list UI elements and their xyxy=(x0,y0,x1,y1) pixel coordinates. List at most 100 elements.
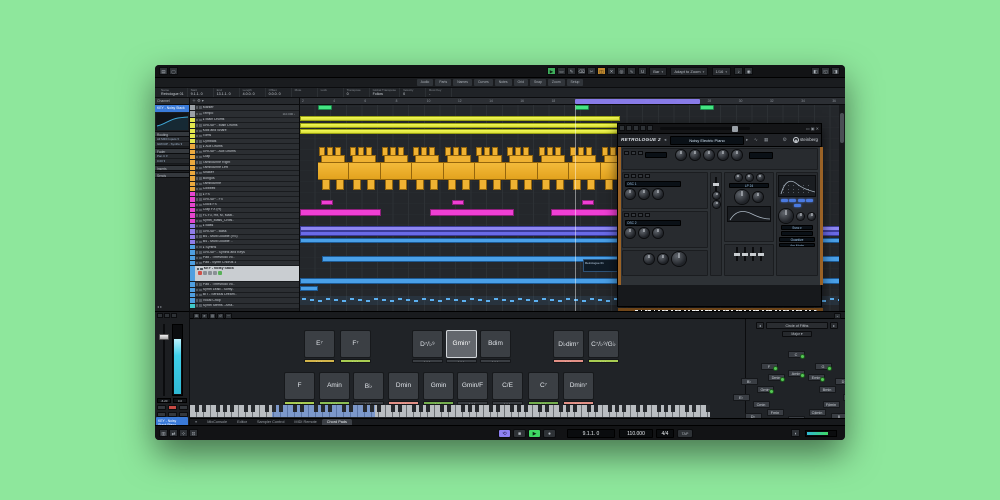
info-line-field[interactable]: Offset 0.0.0. 0 xyxy=(266,88,292,97)
snap-mode-select[interactable]: Adapt to Zoom ▾ xyxy=(670,67,709,76)
midi-clip-magenta[interactable] xyxy=(430,209,514,216)
track-row[interactable]: Tempo 110.000 ♩ xyxy=(190,111,299,118)
chord-pad[interactable]: D⁷/♭⁹ xyxy=(412,330,443,358)
plugin-knob[interactable] xyxy=(676,150,687,160)
chord-pad-voicing-bar[interactable]: ··· xyxy=(563,401,594,405)
info-line-field[interactable]: Global Transpose Follow xyxy=(370,88,401,97)
tap-tempo-button[interactable]: TAP xyxy=(677,429,693,438)
wave-display-icon[interactable]: ∿ xyxy=(754,137,758,143)
assistant-prev-icon[interactable]: ◂ xyxy=(756,322,764,329)
toolbar-chip[interactable]: Grid xyxy=(513,79,528,86)
plugin-bypass-icon[interactable] xyxy=(640,125,646,131)
assistant-chord-button[interactable]: D xyxy=(834,378,845,385)
draw-tool-icon[interactable]: ✎ xyxy=(567,67,576,75)
toolbar-chip[interactable]: Names xyxy=(453,79,472,86)
vertical-scrollbar[interactable] xyxy=(839,105,845,311)
inspector-row[interactable]: GROUP - Synths ▾ xyxy=(155,142,189,147)
chord-pad-voicing-bar[interactable]: ··· xyxy=(588,359,619,363)
plugin-knob[interactable] xyxy=(672,252,686,266)
chord-pad-voicing-bar[interactable]: ··· xyxy=(340,359,371,363)
range-tool-icon[interactable]: ▭ xyxy=(557,67,566,75)
chord-pad[interactable]: Gmin⁷ xyxy=(446,330,477,358)
assistant-chord-button[interactable]: F xyxy=(760,363,778,371)
preset-prev-icon[interactable]: ◂ xyxy=(664,137,666,143)
assistant-chord-button[interactable]: B♭ xyxy=(740,378,758,385)
keyboard-icon[interactable]: ▥ xyxy=(159,429,168,437)
plugin-knob[interactable] xyxy=(639,189,649,199)
split-tool-icon[interactable]: ✂ xyxy=(587,67,596,75)
plugin-knob[interactable] xyxy=(653,189,663,199)
info-line-field[interactable]: Transpose 0 xyxy=(344,88,370,97)
count-in-icon[interactable]: ⊡ xyxy=(189,429,198,437)
env-slider[interactable] xyxy=(742,247,748,261)
speaker-icon[interactable]: ◖ xyxy=(791,429,800,437)
mute-button[interactable] xyxy=(157,405,166,410)
info-line-field[interactable]: Mute xyxy=(292,88,318,97)
record-button[interactable]: ● xyxy=(543,429,556,438)
chord-pad-voicing-bar[interactable]: ··· xyxy=(492,401,523,405)
chord-pad[interactable]: C⁷ xyxy=(528,372,559,400)
inspector-scroll-buttons[interactable]: ◂ ▸ xyxy=(157,304,162,309)
plugin-knob[interactable] xyxy=(639,228,649,238)
assistant-chord-button[interactable]: Emin xyxy=(807,374,825,382)
marker-event[interactable] xyxy=(700,105,714,110)
toolbar-chip[interactable]: Curves xyxy=(473,79,493,86)
plugin-title-bar[interactable]: ▭ ▣ ✕ xyxy=(618,124,821,134)
line-tool-icon[interactable]: ∿ xyxy=(627,67,636,75)
track-row[interactable]: Synth Stems - Arra.. xyxy=(190,303,299,309)
lfo-led[interactable] xyxy=(797,199,805,202)
chord-pad-voicing-bar[interactable]: ··· xyxy=(284,401,315,405)
plugin-knob[interactable] xyxy=(713,192,720,199)
info-line-field[interactable]: Length 4.0.0. 0 xyxy=(240,88,266,97)
glue-tool-icon[interactable]: ◫ xyxy=(597,67,606,75)
read-automation-button[interactable] xyxy=(157,411,166,417)
tab-channel[interactable]: Channel xyxy=(155,98,189,105)
assistant-chord-button[interactable]: Fmin xyxy=(766,409,784,416)
assistant-chord-button[interactable]: F♯min xyxy=(822,401,840,408)
plugin-knob[interactable] xyxy=(625,189,635,199)
window-layout-icon[interactable]: ▤ xyxy=(159,67,168,75)
lfo-led[interactable] xyxy=(789,199,797,202)
plugin-knob[interactable] xyxy=(808,212,815,220)
mute-tool-icon[interactable]: ✕ xyxy=(607,67,616,75)
chord-pad[interactable]: C/E xyxy=(492,372,523,400)
assistant-chord-button[interactable]: C♯min xyxy=(808,409,826,416)
object-select-tool-icon[interactable]: ▶ xyxy=(547,67,556,75)
chord-pad-voicing-bar[interactable]: ··· xyxy=(388,401,419,405)
chord-pad-voicing-bar[interactable]: ··· xyxy=(353,401,384,405)
chord-pad[interactable]: C⁷/♭⁹/G♭ xyxy=(588,330,619,358)
track-list-header[interactable]: ＋ ⚙ ▾ xyxy=(190,98,299,105)
plugin-knob[interactable] xyxy=(718,150,729,160)
plugin-knob[interactable] xyxy=(797,212,804,220)
stop-button[interactable]: ■ xyxy=(513,429,526,438)
midi-clip-magenta[interactable] xyxy=(452,200,464,205)
info-line-field[interactable]: Velocity 0 xyxy=(400,88,427,97)
toolbar-chip[interactable]: Snap xyxy=(529,79,546,86)
inspector-section-header[interactable]: Inserts xyxy=(155,165,189,171)
grid-type-select[interactable]: Bar ▾ xyxy=(649,67,668,76)
plugin-knob[interactable] xyxy=(732,150,743,160)
selected-midi-clip[interactable]: Retrologue 01 xyxy=(583,259,619,272)
assistant-chord-button[interactable]: Gmin xyxy=(756,386,774,394)
preset-name-display[interactable]: Noisy Electric Piano xyxy=(670,136,744,145)
plugin-knob[interactable] xyxy=(644,254,654,264)
chord-pad-voicing-bar[interactable]: ··· xyxy=(446,359,477,363)
inspector-row[interactable]: 0.00 ▾ xyxy=(155,159,189,164)
plugin-header-slider[interactable] xyxy=(660,125,751,132)
audio-clip-yellow[interactable] xyxy=(300,129,620,134)
info-line-field[interactable]: End 13.1.1. 0 xyxy=(214,88,240,97)
chord-pads-keyboard[interactable] xyxy=(190,405,710,417)
assistant-mode-select[interactable]: Circle of Fifths xyxy=(766,322,828,329)
position-display[interactable]: 9.1.1. 0 xyxy=(567,429,615,438)
right-zone-toggle-icon[interactable]: ◨ xyxy=(831,67,840,75)
volume-fader[interactable] xyxy=(159,334,169,340)
chord-pad[interactable]: F xyxy=(284,372,315,400)
zoom-tool-icon[interactable]: ◎ xyxy=(617,67,626,75)
info-line-field[interactable]: Lock xyxy=(318,88,344,97)
synth-clip-blue[interactable] xyxy=(300,286,318,291)
marker-event[interactable] xyxy=(575,105,589,110)
chord-pad-voicing-bar[interactable]: ··· xyxy=(480,359,511,363)
plugin-knob[interactable] xyxy=(779,209,793,223)
marker-event[interactable] xyxy=(318,105,332,110)
timeline-ruler[interactable]: 24681012141618202224262830323436 xyxy=(300,98,845,105)
